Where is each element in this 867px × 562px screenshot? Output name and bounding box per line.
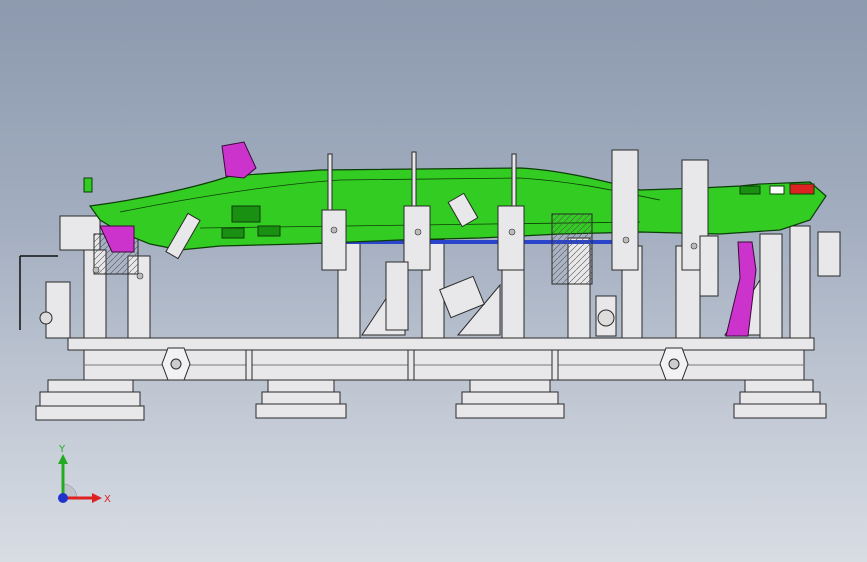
cad-viewport[interactable]: Y X — [0, 0, 867, 562]
z-axis-dot — [58, 493, 68, 503]
fixture-model[interactable] — [0, 0, 867, 562]
base-frame — [67, 337, 815, 381]
leveling-feet — [35, 379, 827, 421]
y-axis-arrow — [58, 454, 68, 464]
y-axis-label: Y — [58, 444, 66, 455]
coordinate-triad: Y X — [58, 444, 111, 505]
x-axis-label: X — [104, 494, 111, 505]
x-axis-arrow — [92, 493, 102, 503]
